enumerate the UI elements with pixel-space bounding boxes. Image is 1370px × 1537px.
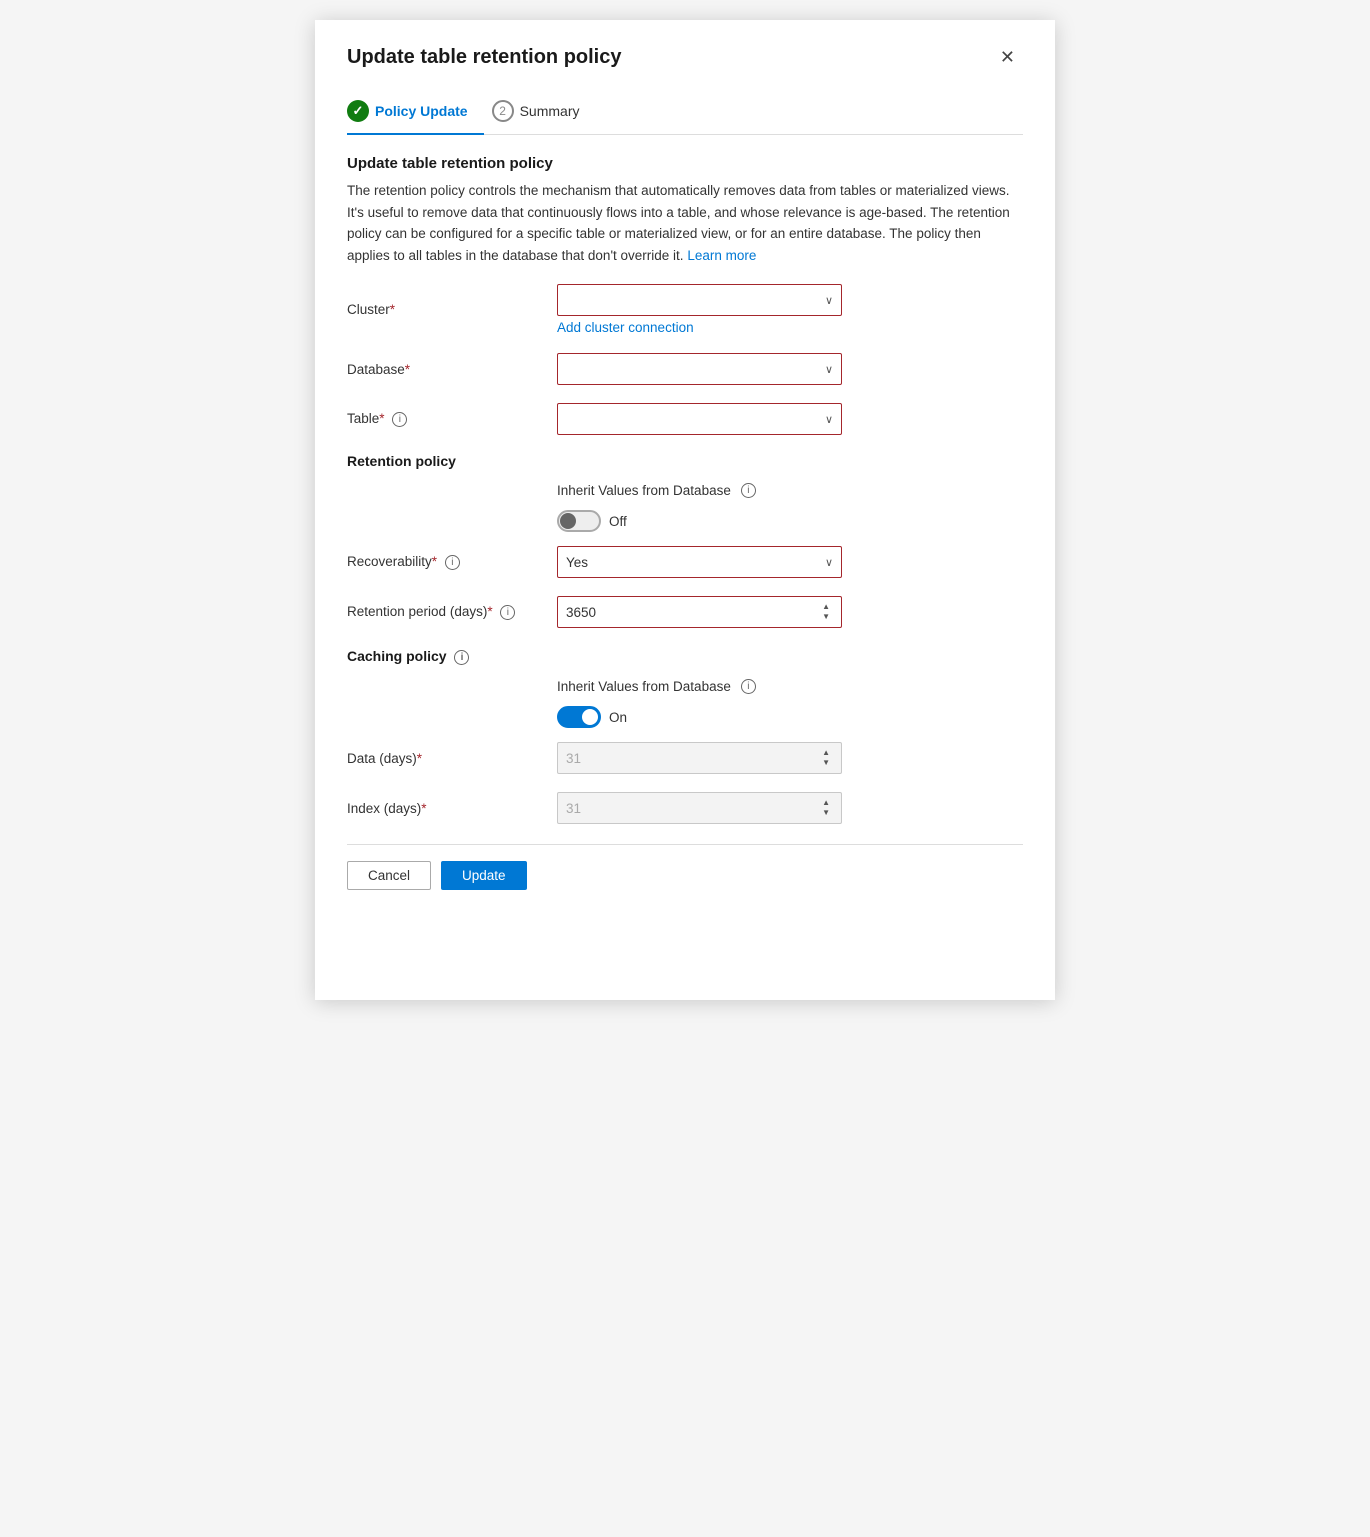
table-required: *	[379, 411, 384, 426]
section-description: The retention policy controls the mechan…	[347, 180, 1023, 266]
cluster-row: Cluster* ∨ Add cluster connection	[347, 284, 1023, 335]
steps-bar: ✓ Policy Update 2 Summary	[347, 90, 1023, 135]
caching-toggle-row: On	[347, 706, 1023, 728]
retention-period-row: Retention period (days)* i 3650 ▲ ▼	[347, 596, 1023, 628]
data-days-required: *	[417, 751, 422, 766]
retention-period-up-icon[interactable]: ▲	[819, 602, 833, 612]
caching-policy-title: Caching policy i	[347, 648, 1023, 665]
close-button[interactable]: ✕	[992, 44, 1023, 70]
caching-toggle-container: On	[557, 706, 627, 728]
retention-period-label: Retention period (days)* i	[347, 604, 557, 620]
index-days-row: Index (days)* 31 ▲ ▼	[347, 792, 1023, 824]
index-days-label: Index (days)*	[347, 801, 557, 816]
step-summary[interactable]: 2 Summary	[492, 90, 596, 134]
index-days-field: 31 ▲ ▼	[557, 792, 1023, 824]
retention-inherit-row: Inherit Values from Database i	[557, 483, 1023, 498]
caching-inherit-info-icon: i	[741, 679, 756, 694]
table-select[interactable]: ∨	[557, 403, 842, 435]
section-title: Update table retention policy	[347, 155, 1023, 172]
recoverability-row: Recoverability* i Yes ∨	[347, 546, 1023, 578]
recoverability-label: Recoverability* i	[347, 554, 557, 570]
recoverability-info-icon: i	[445, 555, 460, 570]
content: Update table retention policy The retent…	[347, 135, 1023, 1000]
caching-inherit-label: Inherit Values from Database	[557, 679, 731, 694]
index-days-down-icon: ▼	[819, 808, 833, 818]
caching-policy-info-icon: i	[454, 650, 469, 665]
step-policy-update[interactable]: ✓ Policy Update	[347, 90, 484, 134]
retention-period-input[interactable]: 3650 ▲ ▼	[557, 596, 842, 628]
table-label: Table* i	[347, 411, 557, 427]
retention-period-spinners: ▲ ▼	[819, 602, 833, 622]
retention-toggle-row: Off	[347, 510, 1023, 532]
database-label: Database*	[347, 362, 557, 377]
add-cluster-link[interactable]: Add cluster connection	[557, 320, 1023, 335]
recoverability-chevron-icon: ∨	[825, 556, 833, 569]
retention-policy-title: Retention policy	[347, 453, 1023, 469]
cluster-required: *	[390, 302, 395, 317]
step-summary-number: 2	[492, 100, 514, 122]
index-days-spinners: ▲ ▼	[819, 798, 833, 818]
dialog-header: Update table retention policy ✕	[347, 44, 1023, 70]
index-days-up-icon: ▲	[819, 798, 833, 808]
cancel-button[interactable]: Cancel	[347, 861, 431, 890]
table-field: ∨	[557, 403, 1023, 435]
retention-inherit-label: Inherit Values from Database	[557, 483, 731, 498]
data-days-input: 31 ▲ ▼	[557, 742, 842, 774]
retention-period-required: *	[487, 604, 492, 619]
caching-toggle[interactable]	[557, 706, 601, 728]
recoverability-select[interactable]: Yes ∨	[557, 546, 842, 578]
cluster-select[interactable]: ∨	[557, 284, 842, 316]
table-info-icon: i	[392, 412, 407, 427]
cluster-chevron-icon: ∨	[825, 294, 833, 307]
data-days-value: 31	[566, 751, 581, 766]
retention-period-field: 3650 ▲ ▼	[557, 596, 1023, 628]
index-days-input: 31 ▲ ▼	[557, 792, 842, 824]
data-days-down-icon: ▼	[819, 758, 833, 768]
database-field: ∨	[557, 353, 1023, 385]
recoverability-field: Yes ∨	[557, 546, 1023, 578]
caching-policy-section: Caching policy i Inherit Values from Dat…	[347, 648, 1023, 824]
database-row: Database* ∨	[347, 353, 1023, 385]
step-summary-label: Summary	[520, 103, 580, 119]
step-policy-update-label: Policy Update	[375, 103, 468, 119]
index-days-value: 31	[566, 801, 581, 816]
data-days-spinners: ▲ ▼	[819, 748, 833, 768]
retention-period-info-icon: i	[500, 605, 515, 620]
data-days-up-icon: ▲	[819, 748, 833, 758]
database-select[interactable]: ∨	[557, 353, 842, 385]
database-required: *	[405, 362, 410, 377]
table-row: Table* i ∨	[347, 403, 1023, 435]
database-chevron-icon: ∨	[825, 363, 833, 376]
caching-inherit-row: Inherit Values from Database i	[557, 679, 1023, 694]
data-days-label: Data (days)*	[347, 751, 557, 766]
learn-more-link[interactable]: Learn more	[687, 248, 756, 263]
retention-toggle[interactable]	[557, 510, 601, 532]
step-check-icon: ✓	[347, 100, 369, 122]
recoverability-value: Yes	[566, 555, 588, 570]
cluster-field: ∨ Add cluster connection	[557, 284, 1023, 335]
retention-toggle-label: Off	[609, 514, 627, 529]
retention-toggle-container: Off	[557, 510, 627, 532]
retention-inherit-info-icon: i	[741, 483, 756, 498]
caching-toggle-label: On	[609, 710, 627, 725]
retention-policy-section: Retention policy Inherit Values from Dat…	[347, 453, 1023, 628]
dialog-footer: Cancel Update	[347, 844, 1023, 906]
dialog: Update table retention policy ✕ ✓ Policy…	[315, 20, 1055, 1000]
retention-period-down-icon[interactable]: ▼	[819, 612, 833, 622]
retention-period-value: 3650	[566, 605, 596, 620]
table-chevron-icon: ∨	[825, 413, 833, 426]
recoverability-required: *	[432, 554, 437, 569]
update-button[interactable]: Update	[441, 861, 527, 890]
dialog-title: Update table retention policy	[347, 46, 621, 69]
index-days-required: *	[421, 801, 426, 816]
cluster-label: Cluster*	[347, 302, 557, 317]
data-days-row: Data (days)* 31 ▲ ▼	[347, 742, 1023, 774]
data-days-field: 31 ▲ ▼	[557, 742, 1023, 774]
